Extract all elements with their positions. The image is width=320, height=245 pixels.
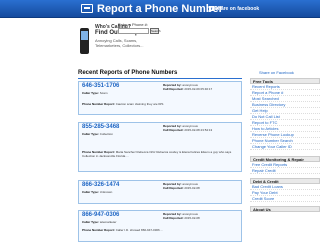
sidebar-item[interactable]: Change Your Caller ID [250, 144, 320, 150]
phone-search-input[interactable] [118, 28, 149, 34]
report-phone-number[interactable]: 646-351-1706 [82, 83, 119, 89]
site-title[interactable]: Report a Phone Number [97, 3, 223, 15]
report-phone-number[interactable]: 866-326-1474 [82, 182, 119, 188]
report-text: Phone Number Report: Caution scam claimi… [82, 102, 164, 106]
report-card: 855-285-3468 Caller Type: Collection Rep… [78, 122, 242, 172]
monitor-icon [81, 4, 93, 13]
sidebar-free-tools: Free Tools Recent Reports Report a Phone… [250, 78, 320, 150]
section-divider [78, 78, 242, 79]
hero-tagline: Annoying Calls, Scams, Telemarketers, Co… [95, 38, 144, 48]
share-facebook-link[interactable]: f share on facebook [209, 6, 259, 12]
report-card: 646-351-1706 Caller Type: Scam Reported … [78, 81, 242, 115]
phone-screen [81, 31, 88, 40]
report-caller-type: Caller Type: Collection [82, 132, 113, 136]
report-caller-type: Caller Type: Scam [82, 91, 108, 95]
report-card: 866-326-1474 Caller Type: Unknown Report… [78, 180, 242, 204]
report-text: Phone Number Report: Caller I.D. showed … [82, 228, 164, 232]
report-call-date: Call Reported: 2015-02-08 23:54:13 [163, 128, 213, 132]
hero-section: Who's Calling? Find Out & Report Annoyin… [78, 22, 242, 62]
sidebar-item[interactable]: Repair Credit [250, 168, 320, 174]
search-label: Enter a Phone #: [118, 22, 149, 27]
report-call-date: Call Reported: 2015-02-08 [163, 216, 200, 220]
sidebar-debt-credit: Debt & Credit Bad Credit Loans Pay Your … [250, 178, 320, 202]
phone-illustration-icon [78, 26, 92, 56]
report-card: 866-947-0306 Caller Type: telemarketer R… [78, 210, 242, 242]
report-text: Phone Number Report: Maria Sanchez Rebec… [82, 150, 232, 158]
sidebar-about-us: About Us [250, 206, 320, 212]
report-phone-number[interactable]: 855-285-3468 [82, 124, 119, 130]
report-call-date: Call Reported: 2015-02-09 05:46:17 [163, 87, 213, 91]
sidebar-credit-monitoring: Credit Monitoring & Repair Free Credit R… [250, 156, 320, 174]
report-phone-number[interactable]: 866-947-0306 [82, 212, 119, 218]
sidebar-section-title: About Us [250, 206, 320, 212]
sidebar-share-link[interactable]: Share on Facebook [259, 70, 294, 75]
report-caller-type: Caller Type: telemarketer [82, 220, 117, 224]
search-button[interactable]: Search [150, 28, 161, 34]
sidebar-item[interactable]: Credit Score [250, 196, 320, 202]
recent-reports-title: Recent Reports of Phone Numbers [78, 70, 178, 76]
report-caller-type: Caller Type: Unknown [82, 190, 113, 194]
report-call-date: Call Reported: 2015-02-08 [163, 186, 200, 190]
facebook-icon: f [209, 6, 214, 11]
site-header: Report a Phone Number f share on facebook [0, 0, 320, 18]
share-facebook-label: share on facebook [215, 6, 260, 12]
